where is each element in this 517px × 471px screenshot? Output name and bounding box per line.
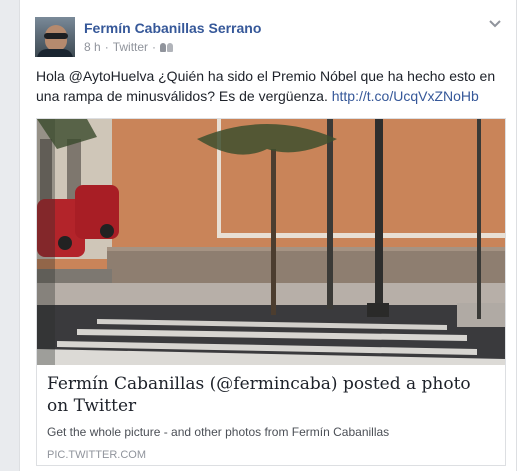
shared-photo[interactable] xyxy=(37,119,505,365)
post-body: Hola @AytoHuelva ¿Quién ha sido el Premi… xyxy=(36,66,506,106)
post-time[interactable]: 8 h xyxy=(84,40,101,54)
link-preview[interactable]: Fermín Cabanillas (@fermincaba) posted a… xyxy=(36,118,506,466)
meta-separator-2: · xyxy=(152,40,157,54)
avatar-glasses xyxy=(44,33,68,39)
link-title[interactable]: Fermín Cabanillas (@fermincaba) posted a… xyxy=(47,373,497,417)
avatar[interactable] xyxy=(35,17,75,57)
avatar-shirt xyxy=(37,49,73,57)
post-source[interactable]: Twitter xyxy=(113,40,148,54)
link-info: Fermín Cabanillas (@fermincaba) posted a… xyxy=(47,373,497,461)
post-author[interactable]: Fermín Cabanillas Serrano xyxy=(84,20,261,36)
link-domain: PIC.TWITTER.COM xyxy=(47,449,146,461)
meta-separator: · xyxy=(104,40,109,54)
link-description: Get the whole picture - and other photos… xyxy=(47,425,390,439)
chevron-down-icon[interactable] xyxy=(488,19,502,29)
post-meta: 8 h · Twitter · xyxy=(84,40,174,54)
friends-icon[interactable] xyxy=(160,42,174,52)
facebook-post-card: Fermín Cabanillas Serrano 8 h · Twitter … xyxy=(19,0,517,471)
street-scene-image xyxy=(37,119,505,365)
post-link[interactable]: http://t.co/UcqVxZNoHb xyxy=(332,88,479,104)
